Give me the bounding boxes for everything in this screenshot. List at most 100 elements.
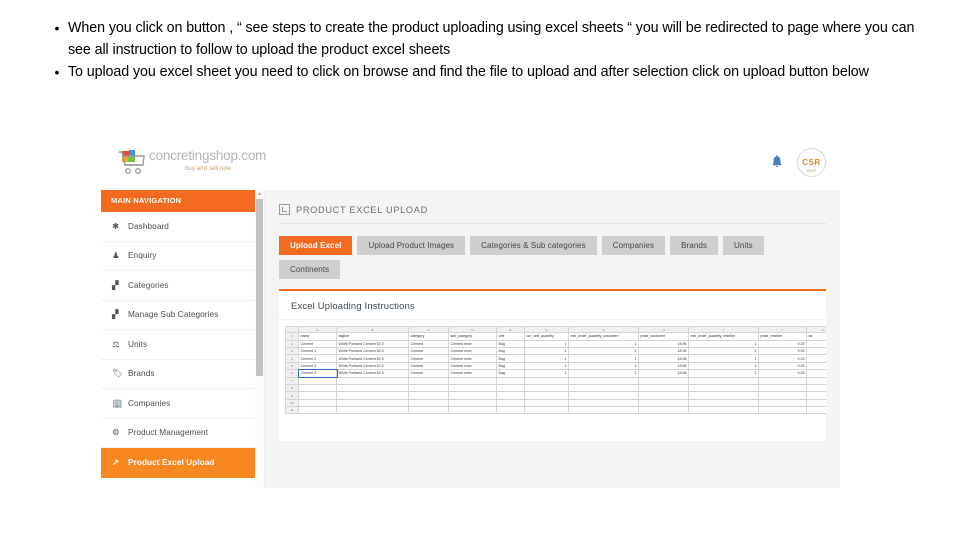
sidebar-item-units[interactable]: ⚖ Units <box>101 330 255 360</box>
table-cell[interactable] <box>568 406 639 415</box>
row-number[interactable]: 11 <box>285 406 299 415</box>
table-cell[interactable] <box>806 346 826 356</box>
table-cell[interactable] <box>408 376 449 385</box>
table-cell[interactable] <box>524 391 569 400</box>
table-cell[interactable] <box>806 391 826 400</box>
table-cell[interactable] <box>448 391 497 400</box>
table-cell[interactable]: Cement 3 <box>298 361 337 371</box>
table-cell[interactable] <box>758 398 807 408</box>
table-cell[interactable] <box>524 406 569 415</box>
table-cell[interactable]: Cement 4 <box>298 369 337 378</box>
sidebar-item-manage-sub-categories[interactable]: ▞ Manage Sub Categories <box>101 301 255 330</box>
table-cell[interactable] <box>408 383 449 393</box>
tab-continents[interactable]: Continents <box>279 260 341 279</box>
table-cell[interactable]: White Portland Cement 52.5 <box>336 346 409 356</box>
table-cell[interactable]: 1 <box>524 361 569 371</box>
table-cell[interactable] <box>298 376 337 385</box>
table-cell[interactable]: 1 <box>568 361 639 371</box>
table-cell[interactable] <box>638 398 689 408</box>
column-header[interactable]: tagline <box>336 332 409 341</box>
table-cell[interactable] <box>806 398 826 408</box>
tab-categories-sub-categories[interactable]: Categories & Sub categories <box>470 236 597 255</box>
table-cell[interactable]: Bag <box>496 361 525 371</box>
table-cell[interactable] <box>298 398 337 408</box>
row-number[interactable]: 1 <box>285 332 299 341</box>
table-cell[interactable] <box>336 391 409 400</box>
table-cell[interactable]: Cement mixe <box>448 339 497 348</box>
table-cell[interactable]: 1 <box>688 346 759 356</box>
table-cell[interactable] <box>336 383 409 393</box>
table-cell[interactable] <box>336 376 409 385</box>
table-cell[interactable]: Cement 2 <box>298 354 337 363</box>
row-number[interactable]: 7 <box>285 376 299 385</box>
row-number[interactable]: 5 <box>285 361 299 371</box>
row-number[interactable]: 10 <box>285 398 299 408</box>
row-number[interactable]: 4 <box>285 354 299 363</box>
table-cell[interactable] <box>496 391 525 400</box>
tab-upload-product-images[interactable]: Upload Product Images <box>357 236 466 255</box>
sidebar-item-product-excel-upload[interactable]: ↗ Product Excel Upload <box>101 448 255 478</box>
table-cell[interactable] <box>758 383 807 393</box>
table-cell[interactable]: 18.96 <box>638 361 689 371</box>
table-cell[interactable]: White Portland Cement 52.5 <box>336 354 409 363</box>
column-header[interactable]: name <box>298 332 337 341</box>
column-header[interactable]: price_customer <box>638 332 689 341</box>
table-row-empty[interactable]: 8 <box>285 383 826 393</box>
scroll-up-arrow-icon[interactable]: ▲ <box>255 190 264 198</box>
tab-brands[interactable]: Brands <box>670 236 719 255</box>
table-cell[interactable] <box>496 383 525 393</box>
table-cell[interactable] <box>806 376 826 385</box>
tab-upload-excel[interactable]: Upload Excel <box>279 236 353 255</box>
table-cell[interactable] <box>688 391 759 400</box>
table-cell[interactable]: Cement mixe <box>448 361 497 371</box>
table-cell[interactable] <box>336 398 409 408</box>
table-cell[interactable]: 1 <box>524 339 569 348</box>
table-cell[interactable] <box>688 398 759 408</box>
table-cell[interactable]: Bag <box>496 354 525 363</box>
table-cell[interactable]: Bag <box>496 369 525 378</box>
table-cell[interactable] <box>758 391 807 400</box>
sidebar-item-enquiry[interactable]: ♟ Enquiry <box>101 242 255 271</box>
table-cell[interactable] <box>806 406 826 415</box>
table-cell[interactable] <box>758 376 807 385</box>
brand-logo[interactable]: concretingshop.com buy and sell now <box>117 145 266 177</box>
table-cell[interactable]: 1 <box>688 361 759 371</box>
table-cell[interactable] <box>806 354 826 363</box>
table-cell[interactable]: 9.25 <box>758 339 807 348</box>
table-cell[interactable] <box>688 383 759 393</box>
table-cell[interactable] <box>688 376 759 385</box>
table-cell[interactable]: 1 <box>524 354 569 363</box>
table-cell[interactable] <box>568 398 639 408</box>
row-number[interactable]: 6 <box>285 369 299 378</box>
column-header[interactable]: min_order_quantity_reseller <box>688 332 759 341</box>
table-cell[interactable] <box>448 406 497 415</box>
table-cell[interactable]: 1 <box>568 354 639 363</box>
table-row[interactable]: 2 Cement White Portland Cement 52.5 Cement C… <box>285 339 826 348</box>
table-cell[interactable] <box>298 391 337 400</box>
table-cell[interactable]: 1 <box>568 346 639 356</box>
table-cell[interactable] <box>688 406 759 415</box>
column-header[interactable]: min_order_quantity_customer <box>568 332 639 341</box>
table-cell[interactable]: Cement <box>408 339 449 348</box>
table-cell[interactable]: 1 <box>524 369 569 378</box>
table-cell[interactable]: Bag <box>496 346 525 356</box>
row-number[interactable]: 9 <box>285 391 299 400</box>
column-header[interactable]: price_reseller <box>758 332 807 341</box>
table-cell[interactable] <box>638 376 689 385</box>
table-cell[interactable] <box>638 406 689 415</box>
table-cell[interactable]: 18.96 <box>638 354 689 363</box>
table-cell[interactable] <box>806 383 826 393</box>
table-cell[interactable]: White Portland Cement 52.5 <box>336 369 409 378</box>
row-number[interactable]: 2 <box>285 339 299 348</box>
table-cell[interactable]: 9.25 <box>758 361 807 371</box>
table-cell[interactable]: Cement <box>408 369 449 378</box>
avatar[interactable]: CSR SHOP <box>797 148 826 177</box>
sidebar-item-companies[interactable]: 🏢 Companies <box>101 389 255 419</box>
table-row[interactable]: 4 Cement 2 White Portland Cement 52.5 Cemen… <box>285 354 826 363</box>
table-cell[interactable] <box>408 391 449 400</box>
table-cell[interactable]: Cement mixe <box>448 354 497 363</box>
table-cell[interactable] <box>524 383 569 393</box>
table-row[interactable]: 5 Cement 3 White Portland Cement 52.5 Cemen… <box>285 361 826 371</box>
table-cell[interactable] <box>638 383 689 393</box>
table-cell[interactable]: Bag <box>496 339 525 348</box>
